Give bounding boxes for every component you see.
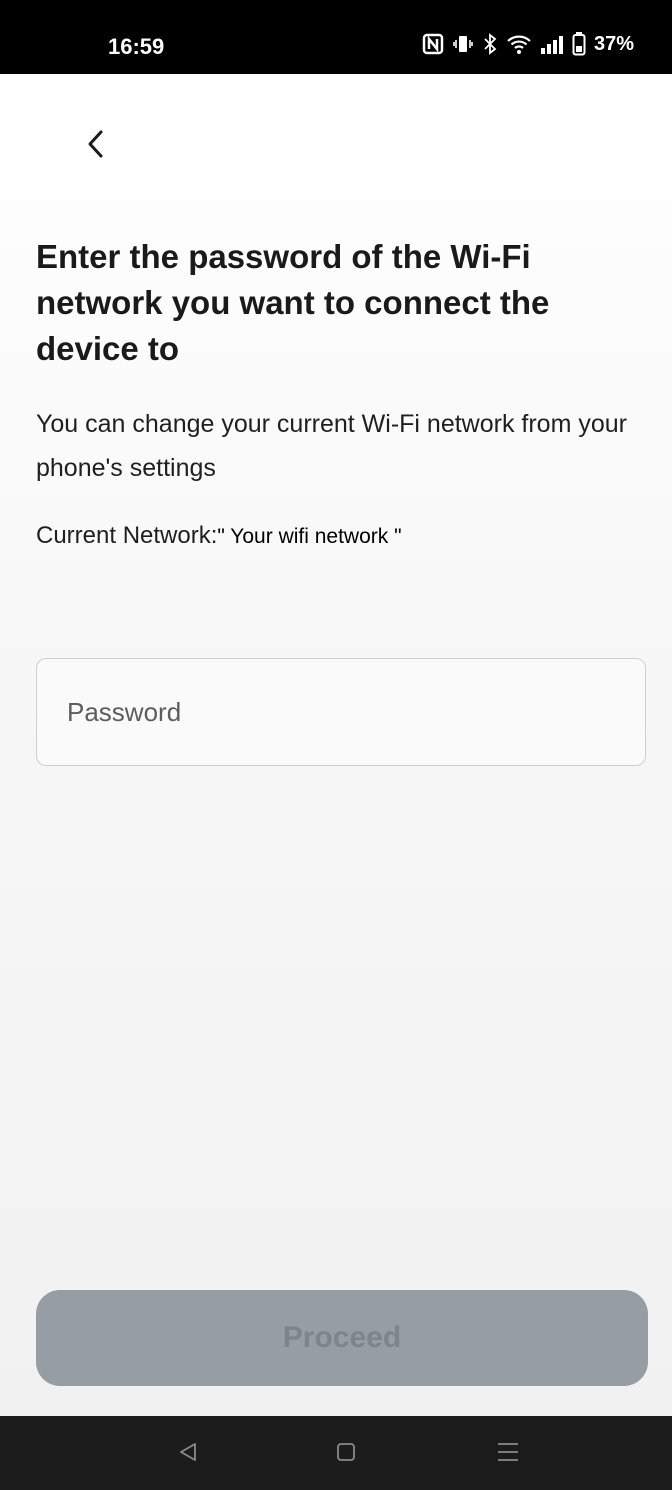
- password-field[interactable]: [36, 658, 646, 766]
- menu-lines-icon: [496, 1441, 520, 1468]
- status-bar: 16:59 37%: [0, 0, 672, 74]
- signal-icon: [540, 33, 564, 55]
- proceed-button[interactable]: Proceed: [36, 1290, 648, 1386]
- nav-menu-button[interactable]: [488, 1438, 528, 1470]
- nfc-icon: [422, 33, 444, 55]
- status-time: 16:59: [108, 34, 165, 59]
- battery-icon: [572, 32, 586, 56]
- battery-percentage: 37%: [593, 32, 634, 55]
- nav-back-button[interactable]: [168, 1438, 208, 1470]
- page-subtitle: You can change your current Wi-Fi networ…: [36, 410, 627, 482]
- back-button[interactable]: [72, 122, 120, 170]
- current-network-label: Current Network:: [36, 522, 218, 549]
- bluetooth-icon: [482, 33, 498, 55]
- navigation-bar: [0, 1416, 672, 1490]
- chevron-left-icon: [86, 129, 106, 164]
- vibrate-icon: [452, 33, 474, 55]
- back-triangle-icon: [177, 1441, 199, 1468]
- page-title: Enter the password of the Wi-Fi network …: [36, 238, 550, 367]
- nav-home-button[interactable]: [326, 1438, 366, 1470]
- status-icons: 37%: [422, 32, 634, 56]
- current-network-value: " Your wifi network ": [217, 525, 402, 548]
- home-square-icon: [335, 1441, 357, 1468]
- current-network: Current Network:" Your wifi network ": [36, 522, 402, 550]
- password-input[interactable]: [37, 659, 645, 765]
- wifi-icon: [506, 33, 532, 55]
- wifi-password-screen: Enter the password of the Wi-Fi network …: [0, 74, 672, 1416]
